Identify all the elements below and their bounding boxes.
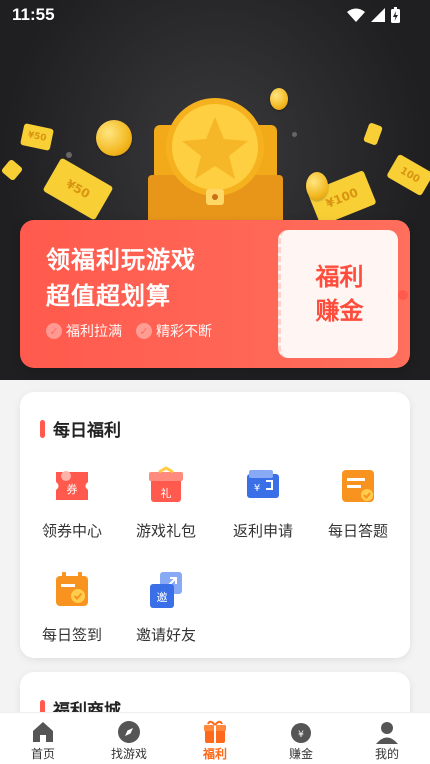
status-bar: 11:55 bbox=[0, 0, 430, 30]
daily-quiz-button[interactable]: 每日答题 bbox=[318, 466, 398, 541]
tab-mine[interactable]: 我的 bbox=[344, 713, 430, 764]
check-icon: ✓ bbox=[136, 323, 152, 339]
section-title: 每日福利 bbox=[40, 416, 121, 441]
coin-icon bbox=[306, 172, 328, 200]
check-icon: ✓ bbox=[46, 323, 62, 339]
earn-gold-card[interactable]: 福利 赚金 bbox=[278, 230, 398, 358]
ticket-icon: ¥50 bbox=[20, 123, 54, 151]
rebate-apply-button[interactable]: ¥ 返利申请 bbox=[223, 466, 303, 541]
invite-friends-button[interactable]: 邀 邀请好友 bbox=[126, 570, 206, 645]
game-gift-button[interactable]: 礼 游戏礼包 bbox=[126, 466, 206, 541]
grid-item-label: 领券中心 bbox=[41, 522, 102, 540]
grid-item-label: 邀请好友 bbox=[135, 626, 196, 644]
grid-item-label: 每日签到 bbox=[41, 626, 102, 644]
invite-icon: 邀 bbox=[150, 572, 182, 608]
ticket-notch bbox=[398, 290, 408, 300]
grid-item-label: 每日答题 bbox=[327, 522, 388, 540]
promo-title-line1: 领福利玩游戏 bbox=[46, 246, 196, 274]
tab-welfare[interactable]: 福利 bbox=[172, 713, 258, 764]
coupon-icon: 券 bbox=[56, 471, 88, 500]
svg-text:¥: ¥ bbox=[298, 730, 304, 740]
quiz-icon bbox=[342, 470, 374, 502]
earn-card-line2: 赚金 bbox=[315, 297, 364, 325]
tab-label: 赚金 bbox=[288, 747, 313, 761]
compass-icon bbox=[118, 721, 140, 743]
promo-tag-label: 福利拉满 bbox=[66, 324, 122, 340]
promo-tag-label: 精彩不断 bbox=[156, 324, 212, 340]
tab-label: 福利 bbox=[202, 747, 227, 761]
tab-find-games[interactable]: 找游戏 bbox=[86, 713, 172, 764]
calendar-check-icon bbox=[56, 572, 88, 606]
daily-welfare-card: 每日福利 券 领券中心 礼 游戏礼包 ¥ 返利申请 每日答题 每日签到 邀 邀请… bbox=[20, 392, 410, 658]
title-accent-bar bbox=[40, 419, 45, 438]
tab-label: 我的 bbox=[374, 747, 399, 761]
ticket-icon: 100 bbox=[386, 153, 430, 197]
svg-text:¥: ¥ bbox=[254, 483, 260, 494]
gift-icon bbox=[204, 720, 226, 743]
coupon-center-button[interactable]: 券 领券中心 bbox=[32, 466, 112, 541]
promo-title-line2: 超值超划算 bbox=[46, 282, 171, 310]
status-time: 11:55 bbox=[12, 5, 55, 24]
tab-label: 首页 bbox=[30, 747, 55, 761]
tab-label: 找游戏 bbox=[110, 747, 147, 761]
svg-text:邀: 邀 bbox=[157, 590, 168, 604]
bottom-tab-bar: 首页 找游戏 福利 ¥ 赚金 我的 bbox=[0, 712, 430, 764]
home-icon bbox=[33, 722, 53, 742]
money-bag-icon: ¥ bbox=[291, 723, 311, 743]
svg-text:礼: 礼 bbox=[161, 486, 172, 500]
gift-icon: 礼 bbox=[149, 466, 183, 502]
ticket-icon: ¥50 bbox=[42, 157, 114, 221]
ticket-icon bbox=[363, 122, 383, 146]
svg-text:券: 券 bbox=[67, 482, 78, 496]
section-title-text: 每日福利 bbox=[53, 421, 121, 441]
battery-icon bbox=[391, 7, 400, 23]
ticket-icon bbox=[0, 158, 24, 182]
signal-icon bbox=[371, 8, 385, 22]
wallet-icon: ¥ bbox=[247, 470, 279, 498]
daily-checkin-button[interactable]: 每日签到 bbox=[32, 570, 112, 645]
tab-home[interactable]: 首页 bbox=[0, 713, 86, 764]
grid-item-label: 返利申请 bbox=[232, 522, 293, 540]
earn-card-line1: 福利 bbox=[315, 263, 364, 291]
tab-earn-gold[interactable]: ¥ 赚金 bbox=[258, 713, 344, 764]
coin-icon bbox=[96, 120, 132, 156]
promo-tag: ✓ 福利拉满 bbox=[46, 321, 122, 341]
wifi-icon bbox=[347, 8, 365, 22]
treasure-chest-icon bbox=[148, 98, 283, 225]
grid-item-label: 游戏礼包 bbox=[135, 522, 196, 540]
promo-banner[interactable]: 领福利玩游戏 超值超划算 ✓ 福利拉满 ✓ 精彩不断 福利 赚金 bbox=[20, 220, 410, 368]
user-icon bbox=[376, 722, 398, 744]
promo-tag: ✓ 精彩不断 bbox=[136, 321, 212, 341]
